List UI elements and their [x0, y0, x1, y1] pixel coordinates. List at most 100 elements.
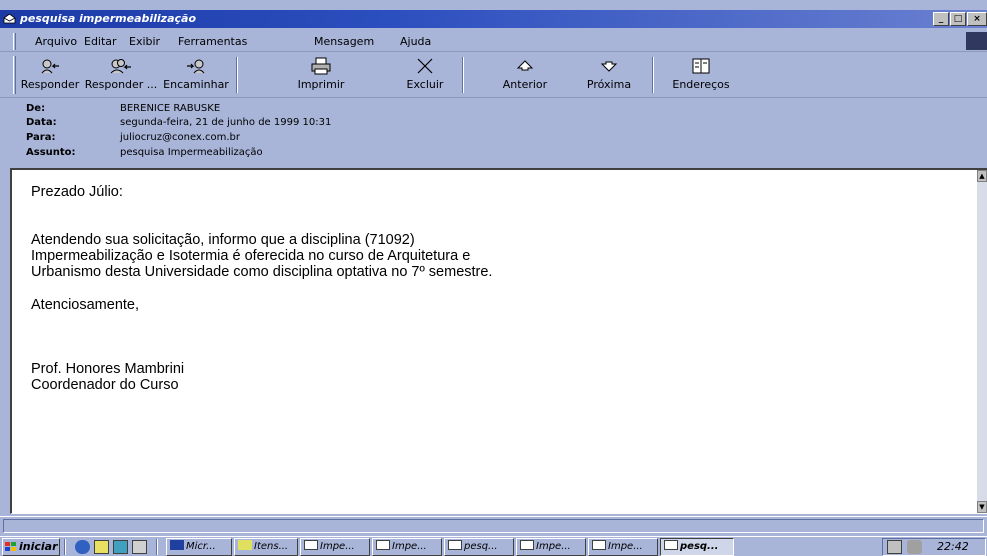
greeting: Prezado Júlio:	[31, 184, 123, 200]
address-book-icon	[692, 58, 710, 74]
menu-mensagem[interactable]: Mensagem	[314, 35, 374, 48]
message-header: De: BERENICE RABUSKE Data: segunda-feira…	[0, 99, 987, 167]
task-word[interactable]: Micr...	[166, 538, 232, 556]
task-mail[interactable]: Impe...	[588, 538, 658, 556]
to-label: Para:	[26, 132, 56, 143]
start-button[interactable]: iniciar	[2, 538, 60, 556]
window-title: pesquisa impermeabilização	[20, 12, 197, 25]
menu-exibir[interactable]: Exibir	[129, 35, 160, 48]
signature-name: Prof. Honores Mambrini	[31, 361, 185, 377]
task-label: Impe...	[392, 541, 427, 552]
reply-all-icon	[110, 59, 131, 74]
addresses-button[interactable]: Endereços	[664, 55, 738, 95]
from-value[interactable]: BERENICE RABUSKE	[120, 103, 220, 114]
envelope-icon	[520, 540, 534, 550]
clock[interactable]: 22:42	[937, 540, 969, 553]
status-pane	[3, 519, 984, 533]
taskbar-separator	[156, 539, 158, 555]
menu-ajuda[interactable]: Ajuda	[400, 35, 431, 48]
arrow-up-icon	[516, 60, 534, 71]
delete-label: Excluir	[406, 78, 444, 91]
internet-explorer-icon[interactable]	[75, 540, 90, 554]
from-label: De:	[26, 103, 46, 114]
print-button[interactable]: Imprimir	[290, 55, 352, 95]
envelope-icon	[592, 540, 606, 550]
envelope-icon	[3, 13, 16, 24]
previous-label: Anterior	[502, 78, 548, 91]
outlook-icon[interactable]	[94, 540, 109, 554]
scroll-up-arrow-icon[interactable]: ▲	[977, 170, 987, 182]
task-label: pesq...	[680, 541, 719, 552]
menu-bar: Arquivo Editar Exibir Ferramentas Mensag…	[0, 30, 987, 52]
task-items[interactable]: Itens...	[234, 538, 298, 556]
toolbar-separator	[652, 57, 654, 93]
mail-window: pesquisa impermeabilização _ □ × Arquivo…	[0, 0, 987, 556]
task-label: Itens...	[254, 541, 289, 552]
title-bar[interactable]: pesquisa impermeabilização _ □ ×	[0, 10, 987, 28]
reply-all-label: Responder ...	[84, 78, 158, 91]
network-icon[interactable]	[887, 540, 902, 554]
task-mail[interactable]: pesq...	[444, 538, 514, 556]
folder-icon	[238, 540, 252, 550]
body-line: Impermeabilização e Isotermia é oferecid…	[31, 248, 471, 264]
desktop-icon[interactable]	[132, 540, 147, 554]
message-text: Prezado Júlio: Atendendo sua solicitação…	[31, 184, 492, 393]
print-label: Imprimir	[297, 78, 345, 91]
task-label: pesq...	[464, 541, 498, 552]
reply-button[interactable]: Responder	[20, 55, 80, 95]
arrow-down-icon	[600, 61, 618, 72]
message-body[interactable]: Prezado Júlio: Atendendo sua solicitação…	[10, 168, 987, 514]
envelope-icon	[304, 540, 318, 550]
task-label: Impe...	[608, 541, 643, 552]
menu-arquivo[interactable]: Arquivo	[35, 35, 77, 48]
task-mail[interactable]: Impe...	[372, 538, 442, 556]
toolbar-separator	[462, 57, 464, 93]
delete-x-icon	[417, 58, 433, 74]
task-mail[interactable]: Impe...	[300, 538, 370, 556]
close-button[interactable]: ×	[967, 12, 987, 26]
date-value: segunda-feira, 21 de junho de 1999 10:31	[120, 117, 332, 128]
menu-ferramentas[interactable]: Ferramentas	[178, 35, 247, 48]
task-mail-active[interactable]: pesq...	[660, 538, 734, 556]
envelope-icon	[376, 540, 390, 550]
taskbar: iniciar Micr... Itens... Impe... Impe...…	[0, 536, 987, 556]
forward-icon	[187, 59, 205, 74]
reply-all-button[interactable]: Responder ...	[84, 55, 158, 95]
start-label: iniciar	[19, 540, 58, 553]
task-mail[interactable]: Impe...	[516, 538, 586, 556]
closing: Atenciosamente,	[31, 297, 140, 313]
menu-grip[interactable]	[13, 33, 16, 50]
body-line: Urbanismo desta Universidade como discip…	[31, 264, 493, 280]
task-label: Impe...	[320, 541, 355, 552]
forward-button[interactable]: Encaminhar	[160, 55, 232, 95]
task-label: Micr...	[186, 541, 216, 552]
subject-value: pesquisa Impermeabilização	[120, 147, 263, 158]
reply-label: Responder	[20, 78, 80, 91]
toolbar-separator	[236, 57, 238, 93]
next-button[interactable]: Próxima	[574, 55, 644, 95]
windows-flag-icon	[5, 542, 16, 551]
signature-title: Coordenador do Curso	[31, 377, 179, 393]
toolbar-grip[interactable]	[13, 56, 16, 94]
body-line: Atendendo sua solicitação, informo que a…	[31, 232, 415, 248]
status-bar	[0, 516, 987, 534]
minimize-button[interactable]: _	[933, 12, 949, 26]
printer-icon	[311, 57, 331, 75]
to-value[interactable]: juliocruz@conex.com.br	[120, 132, 240, 143]
maximize-button[interactable]: □	[950, 12, 966, 26]
delete-button[interactable]: Excluir	[394, 55, 456, 95]
previous-button[interactable]: Anterior	[490, 55, 560, 95]
system-tray: 22:42	[882, 538, 986, 556]
addresses-label: Endereços	[672, 78, 730, 91]
channels-icon[interactable]	[113, 540, 128, 554]
envelope-icon	[448, 540, 462, 550]
menu-editar[interactable]: Editar	[84, 35, 117, 48]
vertical-scrollbar[interactable]: ▲ ▼	[977, 170, 987, 513]
speaker-icon[interactable]	[907, 540, 922, 554]
scroll-down-arrow-icon[interactable]: ▼	[977, 501, 987, 513]
forward-label: Encaminhar	[163, 78, 229, 91]
date-label: Data:	[26, 117, 57, 128]
task-label: Impe...	[536, 541, 571, 552]
toolbar: Responder Responder ... Encaminhar Impri…	[0, 53, 987, 98]
reply-icon	[41, 59, 59, 74]
